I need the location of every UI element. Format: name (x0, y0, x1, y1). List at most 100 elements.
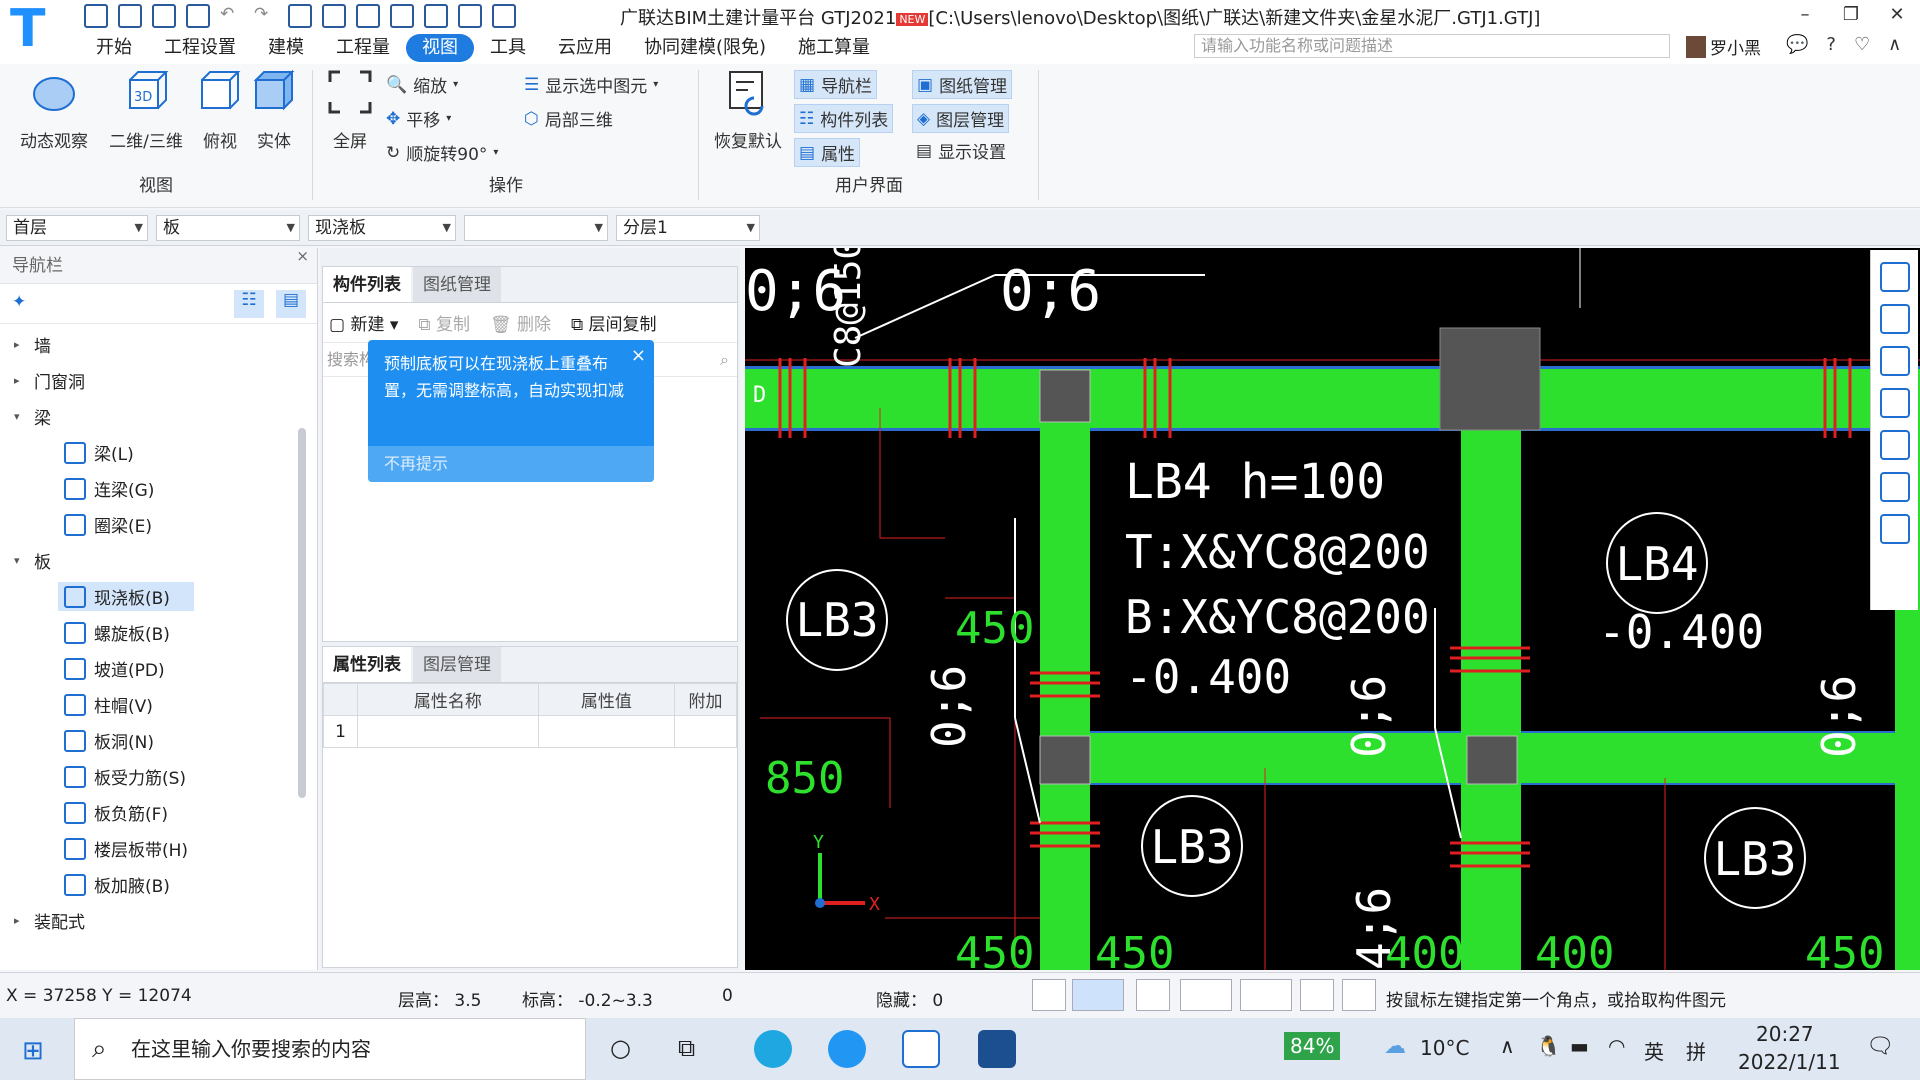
tree-item-slab-strip[interactable]: 楼层板带(H) (64, 836, 188, 861)
tree-group-beam[interactable]: ▾ 梁 (14, 404, 51, 429)
tree-item-slab-hole[interactable]: 板洞(N) (64, 728, 154, 753)
delete-button[interactable]: 🗑 删除 (490, 310, 551, 335)
cad-canvas[interactable]: 0;6 0;6 LB4 h=100 T:X&YC8@200 B:X&YC8@20… (745, 248, 1920, 970)
table-icon[interactable] (356, 4, 380, 28)
floor-select[interactable]: 首层 ▼ (6, 215, 148, 241)
restore-default-button[interactable]: 恢复默认 (710, 68, 786, 152)
table-row[interactable]: 1 (323, 715, 737, 748)
tab-layer-mgmt[interactable]: 图层管理 (413, 647, 501, 682)
dynamic-input-icon[interactable] (1342, 979, 1376, 1011)
save-icon[interactable] (186, 4, 210, 28)
properties-toggle[interactable]: ▤ 属性 (794, 138, 861, 167)
function-search-input[interactable]: 请输入功能名称或问题描述 (1194, 34, 1670, 58)
nav-scrollbar[interactable] (298, 428, 306, 798)
tab-drawing-mgmt[interactable]: 图纸管理 (413, 267, 501, 302)
report-icon[interactable] (322, 4, 346, 28)
layer-select[interactable]: 分层1 ▼ (616, 215, 760, 241)
menu-modeling[interactable]: 建模 (252, 34, 320, 62)
display-settings-icon[interactable] (1879, 514, 1910, 544)
category-select[interactable]: 板 ▼ (156, 215, 300, 241)
tree-item-spiral-slab[interactable]: 螺旋板(B) (64, 620, 170, 645)
tree-view-icon[interactable]: ☷ (234, 290, 264, 318)
tree-group-prefab[interactable]: ▸ 装配式 (14, 908, 85, 933)
battery-indicator[interactable]: 84% (1284, 1032, 1341, 1060)
tree-item-negative-rebar[interactable]: 板负筋(F) (64, 800, 168, 825)
rotate-button[interactable]: ↻ 顺旋转90° ▾ (386, 140, 498, 166)
task-view-icon[interactable]: ⧉ (678, 1034, 695, 1062)
sum-icon[interactable] (288, 4, 312, 28)
cad-app-icon[interactable] (978, 1030, 1016, 1068)
undo-icon[interactable]: ↶ (220, 4, 244, 28)
tree-item-beam-l[interactable]: 梁(L) (64, 440, 134, 465)
user-info[interactable]: 罗小黑 (1686, 34, 1761, 59)
collapse-ribbon-icon[interactable]: ∧ (1888, 34, 1901, 55)
close-icon[interactable]: × (296, 238, 309, 274)
gtj-app-icon[interactable] (902, 1030, 940, 1068)
input-lang[interactable]: 英 (1644, 1036, 1664, 1065)
menu-collab[interactable]: 协同建模(限免) (628, 34, 782, 62)
menu-construction[interactable]: 施工算量 (782, 34, 886, 62)
temperature[interactable]: 10°C (1420, 1036, 1469, 1060)
tree-item-column-cap[interactable]: 柱帽(V) (64, 692, 153, 717)
layer-snap-icon[interactable] (1300, 979, 1334, 1011)
edge-browser-icon[interactable] (754, 1030, 792, 1068)
tree-item-slab-haunch[interactable]: 板加腋(B) (64, 872, 170, 897)
close-button[interactable]: ✕ (1874, 0, 1920, 30)
tree-group-wall[interactable]: ▸ 墙 (14, 332, 51, 357)
menu-cloud[interactable]: 云应用 (542, 34, 628, 62)
cross-snap-icon[interactable] (1136, 979, 1170, 1011)
notification-icon[interactable]: 🗨 (1866, 1034, 1894, 1059)
ime-mode[interactable]: 拼 (1686, 1036, 1706, 1065)
power-icon[interactable]: ▬ (1570, 1034, 1589, 1058)
close-icon[interactable]: × (631, 342, 646, 369)
restore-button[interactable]: ❐ (1828, 0, 1874, 30)
full-screen-button[interactable]: 全屏 (322, 68, 378, 152)
windows-start-icon[interactable]: ⊞ (22, 1036, 44, 1066)
open-folder-icon[interactable] (152, 4, 176, 28)
tree-item-ramp[interactable]: 坡道(PD) (64, 656, 165, 681)
cortana-icon[interactable]: ○ (610, 1034, 631, 1062)
tree-item-cast-slab[interactable]: 现浇板(B) (58, 582, 194, 611)
drawing-mgmt-toggle[interactable]: ▣ 图纸管理 (912, 70, 1013, 99)
measure-icon[interactable] (458, 4, 482, 28)
tree-group-openings[interactable]: ▸ 门窗洞 (14, 368, 85, 393)
tree-item-ring-beam[interactable]: 圈梁(E) (64, 512, 152, 537)
2d-3d-button[interactable]: 3D 二维/三维 (104, 68, 188, 152)
show-selected-button[interactable]: ☰ 显示选中图元 ▾ (524, 72, 658, 98)
tray-chevron-icon[interactable]: ∧ (1500, 1034, 1515, 1058)
tree-item-link-beam[interactable]: 连梁(G) (64, 476, 154, 501)
clock-date[interactable]: 2022/1/11 (1738, 1050, 1841, 1074)
top-view-button[interactable]: 俯视 (192, 68, 248, 152)
floor-copy-button[interactable]: ⧉ 层间复制 (571, 310, 657, 335)
zoom-button[interactable]: 🔍 缩放 ▾ (386, 72, 458, 98)
solid-button[interactable]: 实体 (246, 68, 302, 152)
menu-tools[interactable]: 工具 (474, 34, 542, 62)
offset-icon[interactable] (1240, 979, 1292, 1011)
pan-button[interactable]: ✥ 平移 ▾ (386, 106, 451, 132)
grid-icon[interactable] (390, 4, 414, 28)
component-select[interactable]: ▼ (464, 215, 608, 241)
tab-property-list[interactable]: 属性列表 (323, 647, 411, 682)
display-settings-button[interactable]: ▤ 显示设置 (916, 138, 1006, 164)
redo-icon[interactable]: ↷ (254, 4, 278, 28)
skin-icon[interactable]: ♡ (1854, 34, 1870, 55)
weather-icon[interactable]: ☁ (1384, 1034, 1406, 1059)
detail-view-icon[interactable]: ▤ (276, 290, 306, 318)
local-3d-button[interactable]: ⬡ 局部三维 (524, 106, 613, 132)
nav-bar-toggle[interactable]: ▦ 导航栏 (794, 70, 878, 99)
tree-group-slab[interactable]: ▾ 板 (14, 548, 51, 573)
fullscreen-icon[interactable] (1879, 430, 1910, 460)
copy-button[interactable]: ⧉ 复制 (418, 310, 470, 335)
chat-icon[interactable]: 💬 (1786, 34, 1808, 55)
refresh-icon[interactable] (492, 4, 516, 28)
qq-icon[interactable]: 🐧 (1536, 1034, 1561, 1058)
help-icon[interactable]: ? (1826, 34, 1836, 55)
type-select[interactable]: 现浇板 ▼ (308, 215, 456, 241)
minimize-button[interactable]: – (1782, 0, 1828, 30)
dismiss-tip-button[interactable]: 不再提示 (368, 446, 654, 482)
tree-item-slab-rebar[interactable]: 板受力筋(S) (64, 764, 186, 789)
menu-view[interactable]: 视图 (406, 34, 474, 62)
object-snap-icon[interactable] (1072, 979, 1124, 1011)
clock-time[interactable]: 20:27 (1756, 1022, 1814, 1046)
local-3d-icon[interactable] (1879, 472, 1910, 502)
